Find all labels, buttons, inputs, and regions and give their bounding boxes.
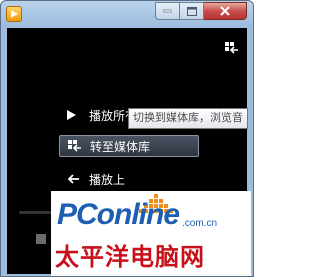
maximize-button[interactable] xyxy=(180,2,204,20)
maximize-icon xyxy=(186,6,197,16)
watermark-domain: .com.cn xyxy=(182,218,218,229)
tooltip: 切换到媒体库，浏览音 xyxy=(128,108,248,129)
minimize-button[interactable] xyxy=(155,2,180,20)
menu-item-play-previous[interactable]: 播放上 xyxy=(59,168,199,190)
play-icon xyxy=(67,110,89,120)
menu-item-label: 播放上 xyxy=(89,172,126,187)
watermark-brand: PConline xyxy=(57,198,180,231)
switch-to-library-icon[interactable] xyxy=(225,40,239,59)
stop-button[interactable] xyxy=(36,234,46,244)
minimize-icon xyxy=(163,9,172,13)
watermark-logo: PConline .com.cn 太平洋电脑网 xyxy=(51,191,251,276)
window-controls xyxy=(155,2,247,21)
media-player-window: 播放所有音乐 转至媒体库 播放上 切换到媒体库，浏览音 PConline .co… xyxy=(0,0,254,277)
watermark-chinese-name: 太平洋电脑网 xyxy=(55,243,205,271)
back-arrow-icon xyxy=(67,174,89,184)
menu-item-label: 转至媒体库 xyxy=(90,139,151,154)
close-icon xyxy=(220,6,230,16)
library-switch-icon xyxy=(68,139,90,153)
menu-item-go-to-library[interactable]: 转至媒体库 xyxy=(59,135,199,157)
close-button[interactable] xyxy=(204,2,247,20)
media-player-app-icon[interactable] xyxy=(6,6,22,22)
title-bar[interactable] xyxy=(1,1,253,28)
